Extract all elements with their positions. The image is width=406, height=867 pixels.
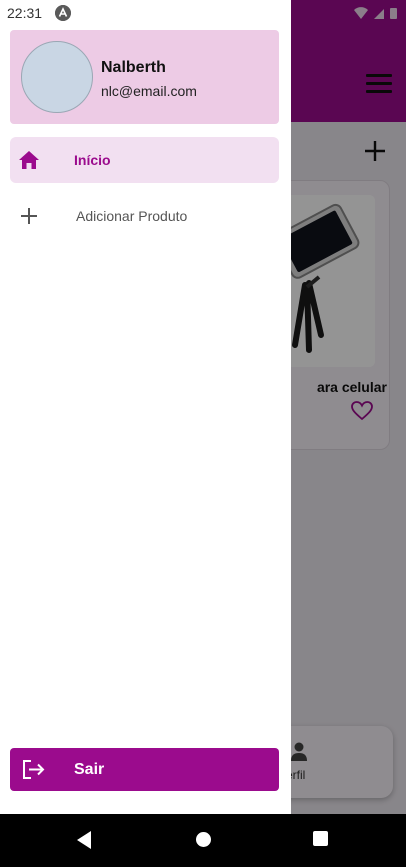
drawer-item-label: Adicionar Produto (76, 208, 188, 224)
recents-icon[interactable] (313, 831, 328, 846)
logout-icon (23, 760, 45, 779)
user-email: nlc@email.com (101, 83, 197, 99)
drawer-item-home[interactable]: Início (10, 137, 279, 183)
system-navigation-bar (0, 814, 406, 867)
home-icon (19, 151, 39, 169)
drawer-item-add-product[interactable]: Adicionar Produto (10, 193, 279, 239)
app-notification-icon (55, 5, 71, 21)
home-button-icon[interactable] (196, 832, 211, 847)
logout-button[interactable]: Sair (10, 748, 279, 791)
avatar[interactable] (21, 41, 93, 113)
drawer-item-label: Início (74, 152, 111, 168)
plus-icon (21, 208, 37, 224)
logout-label: Sair (74, 761, 105, 778)
back-icon[interactable] (76, 830, 92, 850)
user-name: Nalberth (101, 59, 166, 76)
status-time: 22:31 (7, 5, 43, 21)
navigation-drawer: 22:31 Nalberth nlc@email.com Início Adic… (0, 0, 291, 814)
drawer-profile-header: Nalberth nlc@email.com (10, 30, 279, 124)
